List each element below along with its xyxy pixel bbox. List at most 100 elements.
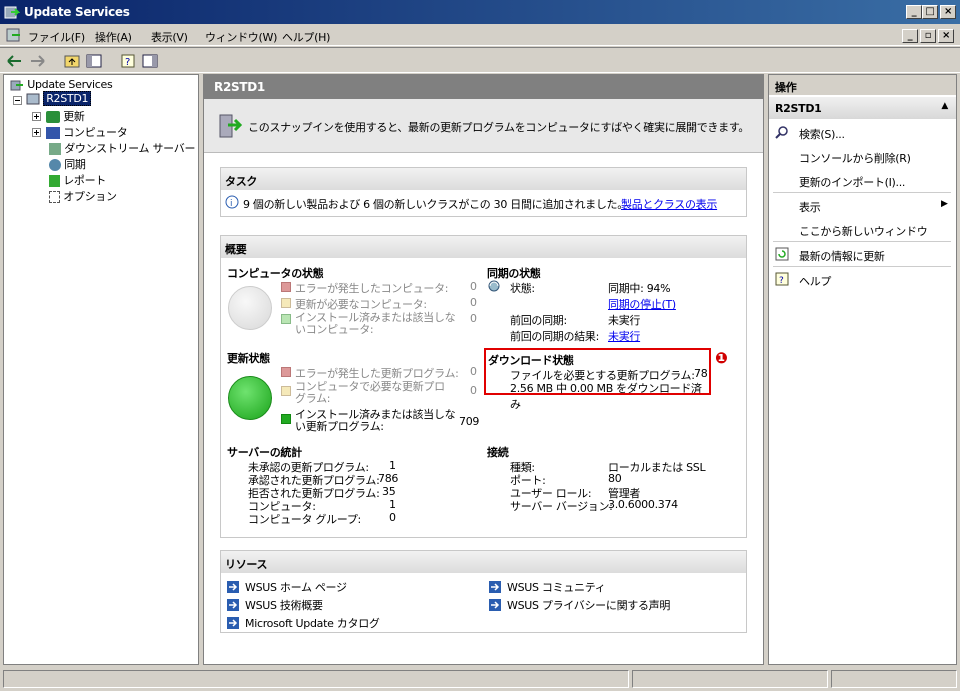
last-sync-result-link[interactable]: 未実行 [608,328,640,344]
conn-port-value: 80 [608,472,622,485]
action-remove-from-console[interactable]: コンソールから削除(R) [799,150,911,166]
products-classes-link[interactable]: 製品とクラスの表示 [621,196,717,212]
forward-arrow-icon[interactable] [27,51,47,71]
console-tree: Update Services R2STD1 更新 コンピュータ ダウンストリー… [3,74,199,665]
show-hide-action-pane-icon[interactable] [140,51,160,71]
child-close-button[interactable]: × [938,29,954,43]
last-sync-value: 未実行 [608,314,641,327]
stat-groups-value: 0 [389,511,396,524]
tree-item-updates[interactable]: 更新 [46,108,85,124]
computer-error-label: エラーが発生したコンピュータ: [295,282,449,295]
error-swatch [281,282,291,292]
menu-action[interactable]: 操作(A) [95,29,132,45]
divider [773,266,951,267]
collapse-triangle-icon[interactable]: ▲ [941,101,948,111]
search-icon [775,125,789,142]
tree-item-options[interactable]: オプション [49,188,117,204]
wsus-community-link[interactable]: WSUS コミュニティ [507,579,606,595]
update-needed-value: 0 [470,384,477,397]
tree-item-options-label: オプション [63,190,117,203]
link-arrow-icon [227,581,239,596]
download-files-value: 78 [694,367,708,380]
tree-expander-computers[interactable] [32,127,41,140]
svg-text:?: ? [125,57,130,68]
window-title: Update Services [24,5,130,19]
refresh-icon [775,247,789,264]
action-import-updates[interactable]: 更新のインポート(I)... [799,174,905,190]
action-search[interactable]: 検索(S)... [799,126,845,142]
tree-item-computers-label: コンピュータ [63,126,128,139]
tasks-message: 9 個の新しい製品および 6 個の新しいクラスがこの 30 日間に追加されました… [243,198,628,211]
up-folder-icon[interactable] [62,51,82,71]
minimize-button[interactable]: _ [906,5,922,19]
tree-expander-updates[interactable] [32,111,41,124]
tasks-title: タスク [221,168,746,190]
close-button[interactable]: × [940,5,956,19]
wsus-tech-overview-link[interactable]: WSUS 技術概要 [245,597,323,613]
conn-version-label: サーバー バージョン: [510,500,613,513]
connection-title: 接続 [487,446,509,459]
tree-expander-server[interactable] [13,95,22,108]
server-icon [26,93,40,105]
server-stats-title: サーバーの統計 [227,446,302,459]
status-panel [831,670,957,688]
tree-root[interactable]: Update Services [10,78,113,92]
action-help[interactable]: ヘルプ [799,273,831,289]
info-icon: i [225,195,239,212]
action-view[interactable]: 表示 [799,199,821,215]
divider [773,241,951,242]
tree-root-label: Update Services [27,78,113,91]
toolbar: ? [0,47,960,73]
actions-group-header[interactable]: R2STD1 ▲ [769,97,956,119]
sync-status-label: 状態: [510,282,535,295]
microsoft-update-catalog-link[interactable]: Microsoft Update カタログ [245,615,380,631]
stat-groups-label: コンピュータ グループ: [248,513,361,526]
help-icon[interactable]: ? [118,51,138,71]
tree-item-computers[interactable]: コンピュータ [46,124,128,140]
menu-view[interactable]: 表示(V) [151,29,188,45]
resources-title: リソース [221,551,746,573]
menu-bar: ファイル(F) 操作(A) 表示(V) ウィンドウ(W) ヘルプ(H) _ ▫ … [0,24,960,46]
menu-window[interactable]: ウィンドウ(W) [205,29,277,45]
update-status-pie [228,376,272,420]
maximize-button[interactable]: □ [922,5,938,19]
child-restore-button[interactable]: ▫ [920,29,936,43]
mmc-icon [6,27,22,43]
tree-server[interactable]: R2STD1 [26,91,92,106]
overview-section: 概要 コンピュータの状態 エラーが発生したコンピュータ: 0 更新が必要なコンピ… [220,235,747,538]
computer-installed-label: インストール済みまたは該当しないコンピュータ: [295,311,456,336]
update-status-title: 更新状態 [227,352,270,365]
center-header: R2STD1 [204,75,763,99]
link-arrow-icon [489,599,501,614]
actions-pane: 操作 R2STD1 ▲ 検索(S)... コンソールから削除(R) 更新のインポ… [768,74,957,665]
menu-help[interactable]: ヘルプ(H) [282,29,330,45]
tree-item-sync-label: 同期 [64,158,86,171]
wsus-privacy-link[interactable]: WSUS プライバシーに関する声明 [507,597,670,613]
action-new-window[interactable]: ここから新しいウィンドウ [799,223,928,239]
show-hide-tree-icon[interactable] [84,51,104,71]
tree-item-reports[interactable]: レポート [49,172,106,188]
update-services-icon [10,80,23,91]
back-arrow-icon[interactable] [5,51,25,71]
action-refresh[interactable]: 最新の情報に更新 [799,248,885,264]
tree-item-sync[interactable]: 同期 [49,156,86,172]
menu-file[interactable]: ファイル(F) [28,29,85,45]
options-icon [49,191,60,203]
sync-icon [49,159,61,171]
wsus-home-link[interactable]: WSUS ホーム ページ [245,579,347,595]
tree-server-label: R2STD1 [43,91,92,106]
update-needed-swatch [281,386,291,396]
link-arrow-icon [489,581,501,596]
tree-item-reports-label: レポート [63,174,107,187]
actions-group-label: R2STD1 [775,102,822,115]
link-arrow-icon [227,617,239,632]
actions-title: 操作 [769,75,956,95]
tree-item-downstream[interactable]: ダウンストリーム サーバー [49,140,195,156]
updates-icon [46,111,60,123]
stop-sync-link[interactable]: 同期の停止(T) [608,296,676,312]
sync-status-value: 同期中: 94% [608,282,671,295]
computer-needed-value: 0 [470,296,477,309]
child-minimize-button[interactable]: _ [902,29,918,43]
stat-computers-value: 1 [389,498,396,511]
status-panel [632,670,828,688]
